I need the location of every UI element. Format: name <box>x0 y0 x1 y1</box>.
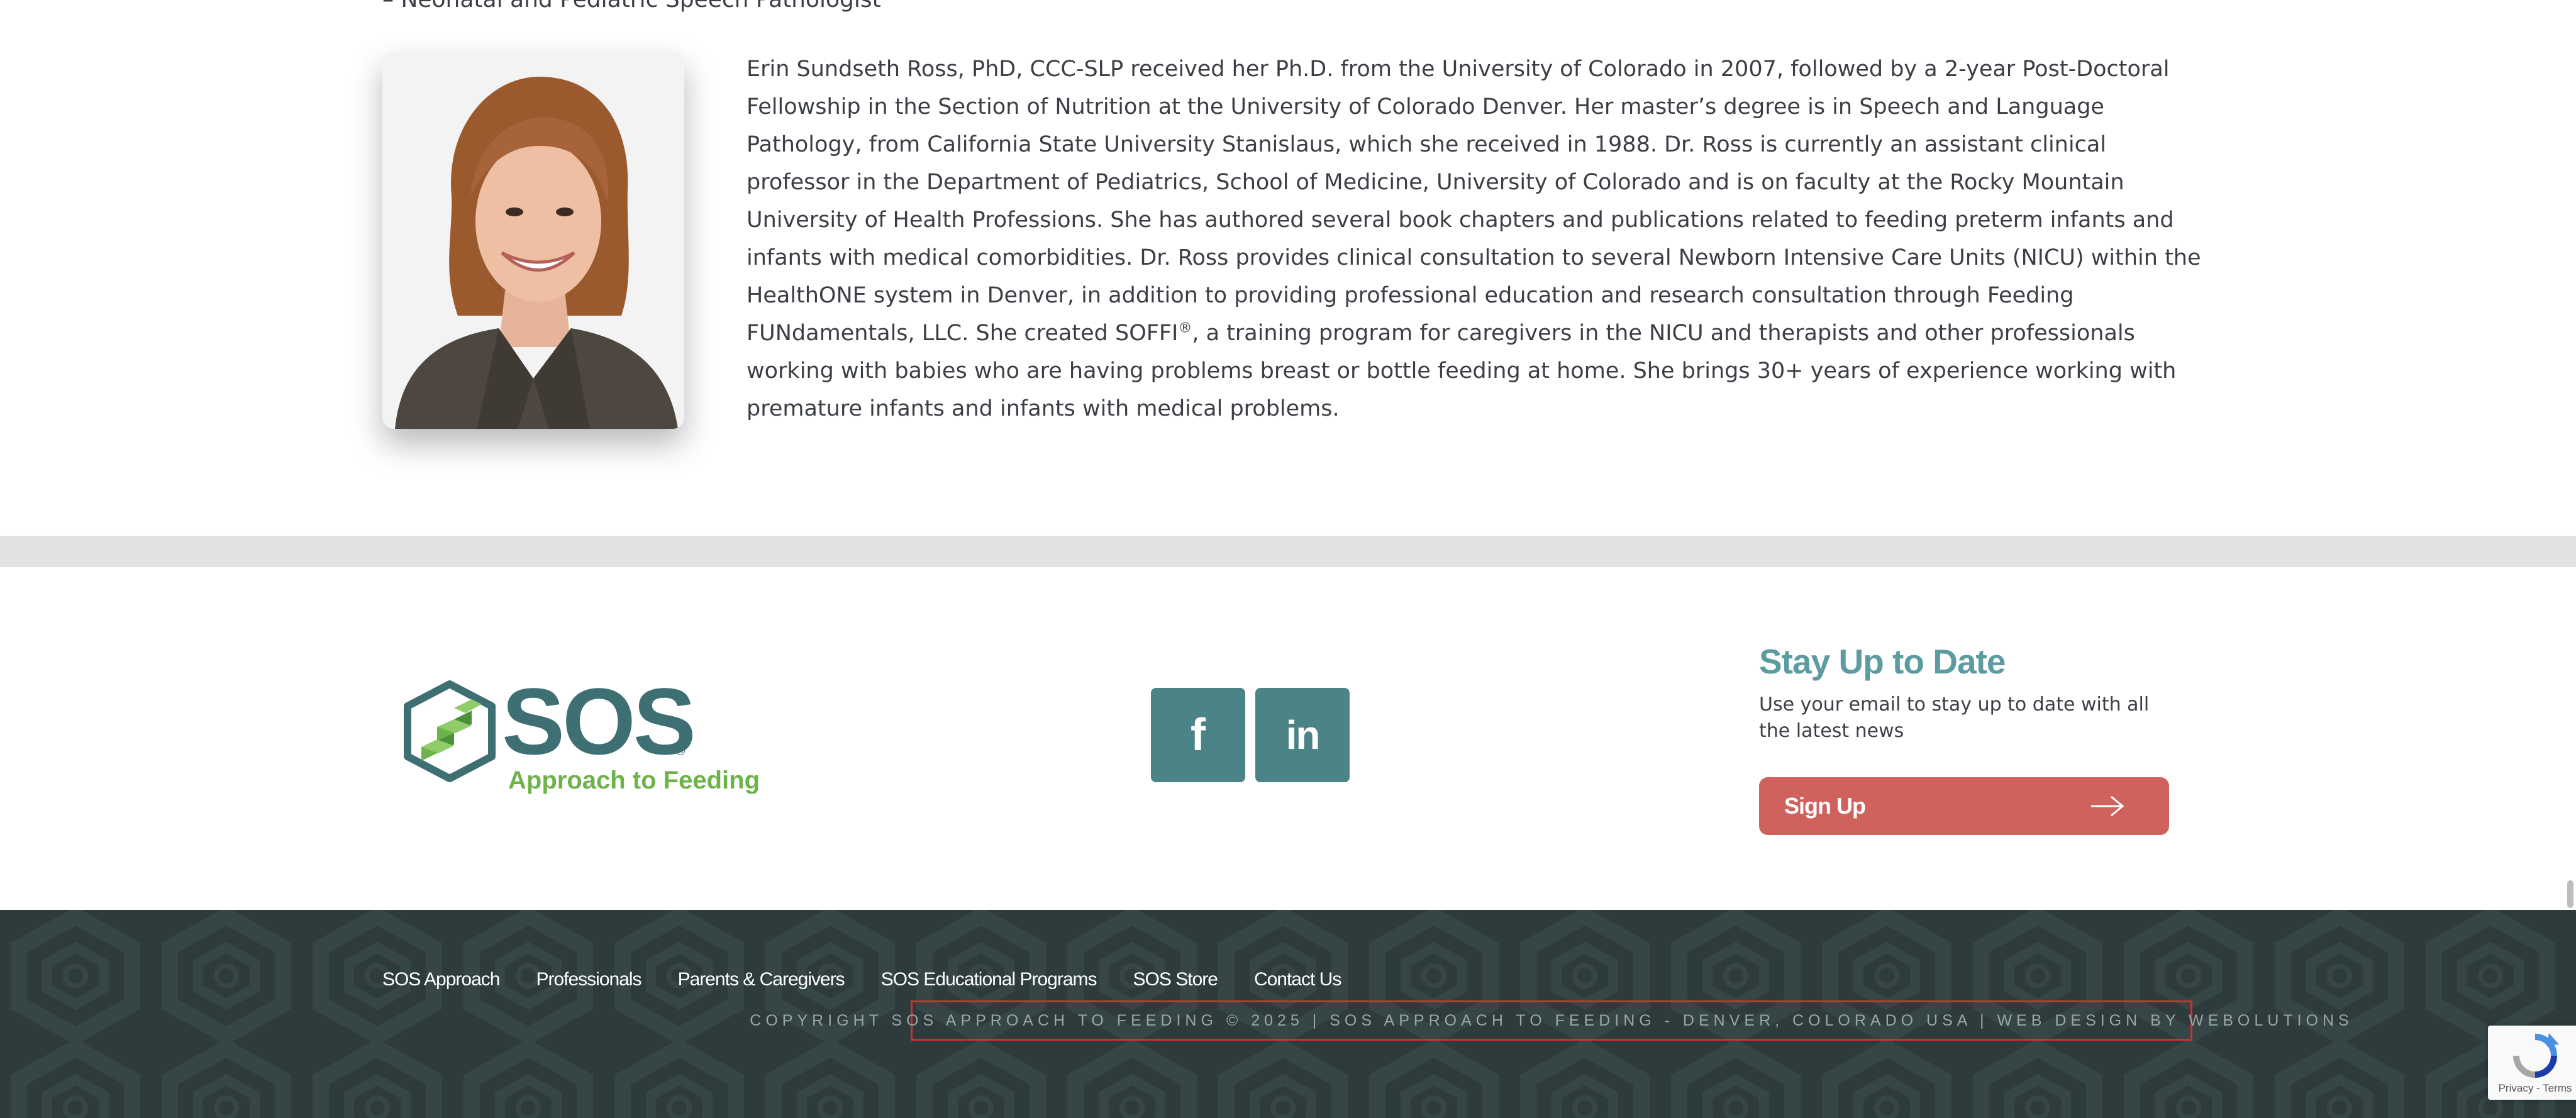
logo-tagline: Approach to Feeding <box>508 767 760 794</box>
facebook-icon: f <box>1191 710 1206 760</box>
linkedin-button[interactable]: in <box>1255 688 1350 782</box>
facebook-button[interactable]: f <box>1151 688 1245 782</box>
footer-nav-contact-us[interactable]: Contact Us <box>1254 969 1341 990</box>
footer-nav-educational-programs[interactable]: SOS Educational Programs <box>881 969 1097 990</box>
linkedin-icon: in <box>1285 712 1321 758</box>
bio-paragraph-main: Erin Sundseth Ross, PhD, CCC-SLP receive… <box>747 57 2201 346</box>
logo-wordmark: SOS <box>502 668 696 774</box>
arrow-right-icon <box>2091 795 2124 817</box>
bio-paragraph: Erin Sundseth Ross, PhD, CCC-SLP receive… <box>747 50 2204 428</box>
footer-nav-parents-caregivers[interactable]: Parents & Caregivers <box>678 969 845 990</box>
profile-photo <box>382 52 684 429</box>
sign-up-button[interactable]: Sign Up <box>1759 777 2169 835</box>
registered-mark: ® <box>1178 320 1192 336</box>
bio-role-line: – Neonatal and Pediatric Speech Patholog… <box>382 0 881 11</box>
footer-nav-sos-approach[interactable]: SOS Approach <box>382 969 500 990</box>
scrollbar-thumb[interactable] <box>2567 880 2573 908</box>
newsletter-title: Stay Up to Date <box>1759 642 2006 681</box>
logo-registered-mark: ® <box>674 743 687 758</box>
sign-up-label: Sign Up <box>1784 793 1866 819</box>
footer-bottom-bar: SOS Approach Professionals Parents & Car… <box>0 910 2576 1118</box>
recaptcha-links[interactable]: Privacy - Terms <box>2488 1082 2576 1095</box>
newsletter-description: Use your email to stay up to date with a… <box>1759 694 2150 742</box>
section-divider <box>0 536 2576 567</box>
copyright-text: COPYRIGHT SOS APPROACH TO FEEDING © 2025… <box>750 1011 2353 1029</box>
sos-logo[interactable]: SOS ® Approach to Feeding <box>402 674 760 804</box>
recaptcha-badge[interactable]: Privacy - Terms <box>2488 1026 2576 1100</box>
footer-nav: SOS Approach Professionals Parents & Car… <box>382 969 1377 990</box>
profile-portrait-illustration <box>382 52 684 429</box>
footer-nav-professionals[interactable]: Professionals <box>536 969 641 990</box>
footer-nav-sos-store[interactable]: SOS Store <box>1133 969 1218 990</box>
recaptcha-icon <box>2513 1033 2559 1078</box>
copyright-highlight-box: COPYRIGHT SOS APPROACH TO FEEDING © 2025… <box>750 1000 2349 1041</box>
